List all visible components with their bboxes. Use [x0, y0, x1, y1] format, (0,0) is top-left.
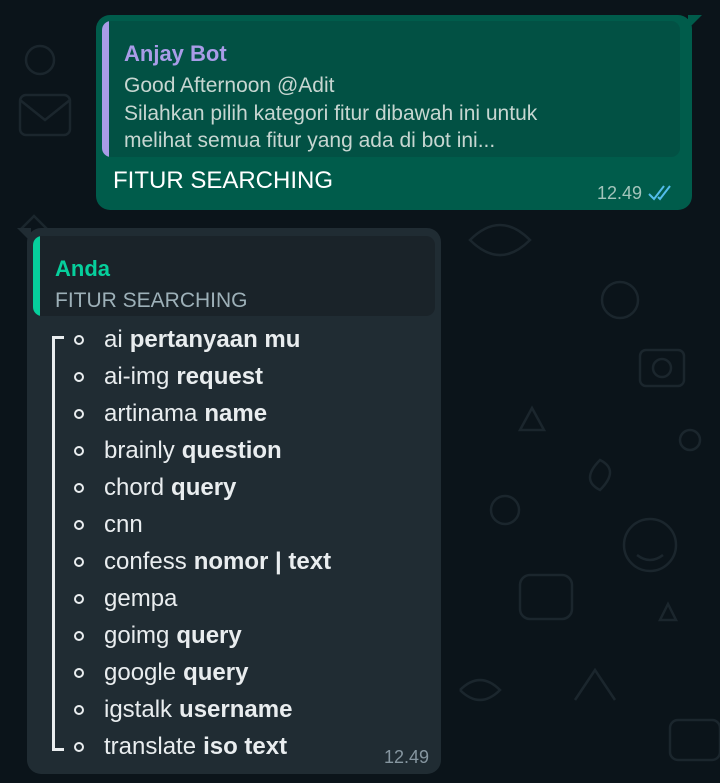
bullet-icon	[74, 668, 84, 678]
quote-line: Good Afternoon @Adit	[124, 74, 335, 97]
quoted-message[interactable]: Anjay Bot Good Afternoon @Adit Silahkan …	[102, 21, 680, 157]
incoming-message[interactable]: Anda FITUR SEARCHING ai pertanyaan mu ai-…	[17, 228, 441, 774]
command-arg: pertanyaan mu	[129, 326, 301, 353]
command: goimg	[104, 622, 170, 649]
command: confess	[104, 548, 187, 575]
command: google	[104, 659, 177, 686]
bullet-icon	[74, 483, 84, 493]
bubble-tail	[17, 228, 31, 242]
quote-line: melihat semua fitur yang ada di bot ini.…	[124, 129, 496, 152]
command-arg: query	[171, 474, 237, 501]
list-item: goimg query	[74, 619, 242, 653]
quote-author: Anda	[55, 256, 110, 281]
command: ai-img	[104, 363, 170, 390]
bullet-icon	[74, 335, 84, 345]
command: translate	[104, 733, 197, 760]
quote-line: Silahkan pilih kategori fitur dibawah in…	[124, 102, 538, 125]
command: cnn	[104, 511, 143, 538]
command-arg: query	[183, 659, 249, 686]
list-item: chord query	[74, 471, 236, 505]
bullet-icon	[74, 705, 84, 715]
bullet-icon	[74, 520, 84, 530]
command-arg: username	[179, 696, 293, 723]
command-arg: nomor | text	[193, 548, 332, 575]
command-arg: name	[204, 400, 268, 427]
quote-text: FITUR SEARCHING	[55, 289, 248, 312]
command: chord	[104, 474, 165, 501]
bullet-icon	[74, 409, 84, 419]
command: igstalk	[104, 696, 173, 723]
command: gempa	[104, 585, 178, 612]
quote-author: Anjay Bot	[124, 41, 227, 66]
command-arg: iso text	[203, 733, 288, 760]
bubble-tail	[688, 15, 702, 29]
command: ai	[104, 326, 123, 353]
bullet-icon	[74, 446, 84, 456]
list-item: brainly question	[74, 434, 282, 468]
list-item: ai pertanyaan mu	[74, 323, 300, 357]
list-item: artinama name	[74, 397, 267, 431]
list-item: translate iso text	[74, 730, 287, 764]
double-check-icon	[648, 185, 671, 201]
command-arg: query	[176, 622, 242, 649]
outgoing-message[interactable]: Anjay Bot Good Afternoon @Adit Silahkan …	[96, 15, 702, 210]
command-arg: question	[181, 437, 282, 464]
message-time: 12.49	[383, 747, 429, 767]
list-item: gempa	[74, 582, 184, 616]
command: brainly	[104, 437, 175, 464]
bullet-icon	[74, 631, 84, 641]
command-arg: request	[176, 363, 264, 390]
quote-accent-bar	[102, 21, 109, 157]
list-item: cnn	[74, 508, 150, 542]
quoted-message[interactable]: Anda FITUR SEARCHING	[33, 236, 435, 316]
list-item: ai-img request	[74, 360, 263, 394]
list-item: igstalk username	[74, 693, 292, 727]
bullet-icon	[74, 594, 84, 604]
list-item: google query	[74, 656, 248, 690]
bullet-icon	[74, 372, 84, 382]
message-time: 12.49	[596, 183, 642, 203]
list-item: confess nomor | text	[74, 545, 331, 579]
tree-line	[52, 336, 55, 751]
bullet-icon	[74, 557, 84, 567]
command: artinama	[104, 400, 198, 427]
message-text: FITUR SEARCHING	[113, 167, 334, 194]
bullet-icon	[74, 742, 84, 752]
quote-accent-bar	[33, 236, 40, 316]
